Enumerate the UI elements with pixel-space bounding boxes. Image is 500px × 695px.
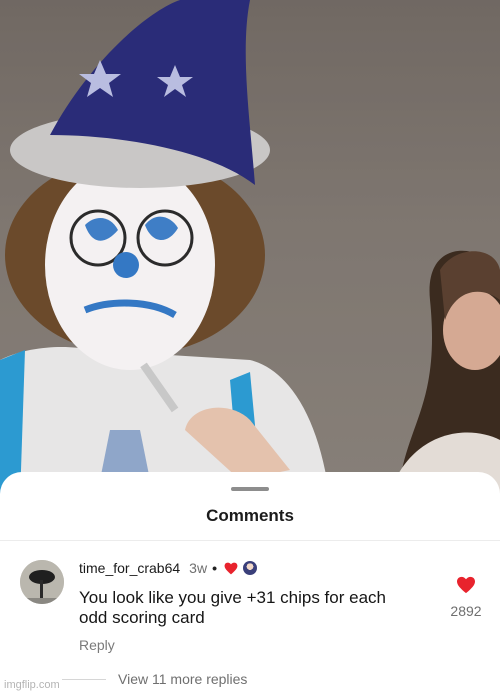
avatar[interactable] [20, 560, 64, 604]
comment-meta: time_for_crab64 3w • [79, 559, 257, 577]
view-more-replies-button[interactable]: View 11 more replies [118, 671, 247, 687]
comment-text: You look like you give +31 chips for eac… [79, 588, 386, 627]
photo-illustration [0, 0, 500, 500]
like-count: 2892 [450, 603, 482, 619]
title-divider [0, 540, 500, 541]
avatar-image [20, 560, 64, 604]
watermark: imgflip.com [4, 679, 60, 691]
comment-time: 3w [189, 560, 208, 576]
reply-button[interactable]: Reply [79, 637, 115, 653]
sheet-drag-handle[interactable] [231, 487, 269, 491]
comment-username[interactable]: time_for_crab64 [79, 560, 180, 576]
replies-indent-line [62, 679, 106, 680]
heart-small-icon [224, 562, 238, 574]
background-photo [0, 0, 500, 500]
meta-separator: • [212, 560, 217, 576]
comments-sheet: Comments time_for_crab64 3w • You look l… [0, 472, 500, 695]
heart-icon[interactable] [456, 576, 476, 594]
sheet-title: Comments [206, 506, 294, 525]
creator-mini-avatar [242, 561, 257, 575]
